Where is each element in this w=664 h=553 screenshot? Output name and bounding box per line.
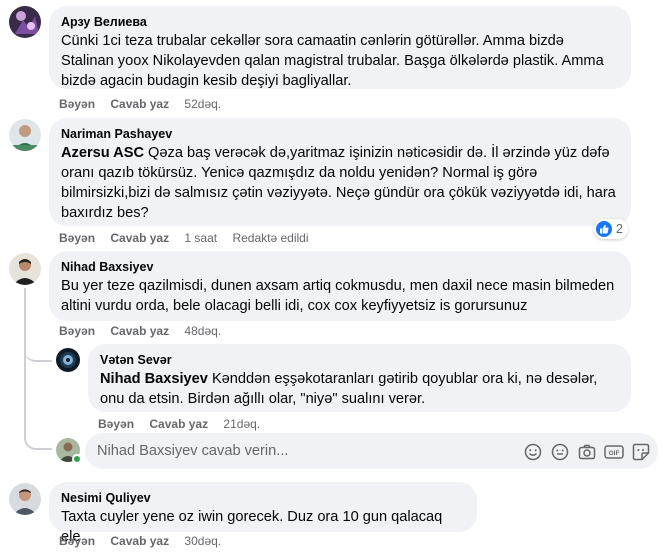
like-button[interactable]: Bəyən	[59, 230, 95, 246]
comment-text: Bu yer teze qazilmisdi, dunen axsam arti…	[61, 278, 615, 314]
comment-bubble: Nesimi Quliyev Taxta cuyler yene oz iwin…	[49, 482, 477, 545]
camera-icon[interactable]	[575, 440, 598, 463]
like-button[interactable]: Bəyən	[59, 533, 95, 549]
reply-button[interactable]: Cavab yaz	[110, 533, 169, 549]
comment-time[interactable]: 1 saat	[184, 230, 217, 246]
like-reaction-icon	[596, 221, 612, 237]
reply-input-box[interactable]: GIF	[85, 433, 658, 469]
avatar-image	[9, 483, 41, 515]
like-button[interactable]: Bəyən	[98, 416, 134, 432]
comment-author[interactable]: Nihad Baxsiyev	[61, 259, 619, 275]
comment-actions: Bəyən Cavab yaz 52dəq.	[59, 96, 221, 112]
avatar-image	[56, 348, 80, 372]
reply-input[interactable]	[97, 433, 527, 469]
thread-connector	[24, 340, 52, 362]
reply-text: Nihad Baxsiyev Kənddən eşşəkotaranları g…	[100, 369, 619, 409]
reply-actions: Bəyən Cavab yaz 21dəq.	[98, 416, 260, 432]
mention-link[interactable]: Nihad Baxsiyev	[100, 371, 208, 387]
thread-line	[24, 288, 26, 428]
comment-actions: Bəyən Cavab yaz 1 saat Redaktə edildi	[59, 230, 309, 246]
reply-button[interactable]: Cavab yaz	[110, 96, 169, 112]
avatar[interactable]	[9, 483, 41, 515]
comment-author[interactable]: Арзу Велиева	[61, 14, 619, 30]
comment-bubble: Арзу Велиева Cünki 1ci teza trubalar cek…	[49, 6, 631, 89]
avatar-image	[9, 253, 41, 285]
sticker-icon[interactable]	[629, 440, 652, 463]
reply-button[interactable]: Cavab yaz	[110, 230, 169, 246]
emoji-icon[interactable]	[548, 440, 571, 463]
thread-connector	[24, 420, 52, 450]
reply-button[interactable]: Cavab yaz	[110, 323, 169, 339]
smile-icon[interactable]	[521, 440, 544, 463]
comment-author[interactable]: Nariman Pashayev	[61, 126, 619, 142]
avatar[interactable]	[9, 119, 41, 151]
comment-bubble: Nariman Pashayev Azersu ASC Qəza baş ver…	[49, 118, 631, 226]
online-status-dot	[72, 454, 82, 464]
reaction-number: 2	[616, 222, 623, 236]
avatar-image	[9, 6, 41, 38]
reply-author[interactable]: Vətən Sevər	[100, 352, 619, 368]
composer-icons: GIF	[521, 440, 652, 463]
comment-time[interactable]: 52dəq.	[184, 96, 221, 112]
edited-label: Redaktə edildi	[232, 231, 309, 245]
comment-time[interactable]: 48dəq.	[184, 323, 221, 339]
avatar-image	[9, 119, 41, 151]
avatar[interactable]	[56, 348, 80, 372]
mention-link[interactable]: Azersu ASC	[61, 145, 144, 161]
avatar[interactable]	[9, 253, 41, 285]
reply-button[interactable]: Cavab yaz	[149, 416, 208, 432]
comment-body: Qəza baş verəcək də,yaritmaz işinizin nə…	[61, 145, 616, 221]
comment-actions: Bəyən Cavab yaz 48dəq.	[59, 323, 221, 339]
like-button[interactable]: Bəyən	[59, 96, 95, 112]
like-button[interactable]: Bəyən	[59, 323, 95, 339]
avatar[interactable]	[9, 6, 41, 38]
gif-icon[interactable]: GIF	[602, 440, 625, 463]
reply-bubble: Vətən Sevər Nihad Baxsiyev Kənddən eşşək…	[88, 344, 631, 412]
reply-time[interactable]: 21dəq.	[223, 416, 260, 432]
comment-author[interactable]: Nesimi Quliyev	[61, 490, 465, 506]
svg-text:GIF: GIF	[608, 450, 619, 457]
reaction-count[interactable]: 2	[594, 219, 628, 239]
comment-actions: Bəyən Cavab yaz 30dəq.	[59, 533, 221, 549]
comment-text: Azersu ASC Qəza baş verəcək də,yaritmaz …	[61, 143, 619, 223]
comment-time[interactable]: 30dəq.	[184, 533, 221, 549]
comment-bubble: Nihad Baxsiyev Bu yer teze qazilmisdi, d…	[49, 251, 631, 321]
comment-text: Cünki 1ci teza trubalar cekəllər sora ca…	[61, 33, 604, 89]
